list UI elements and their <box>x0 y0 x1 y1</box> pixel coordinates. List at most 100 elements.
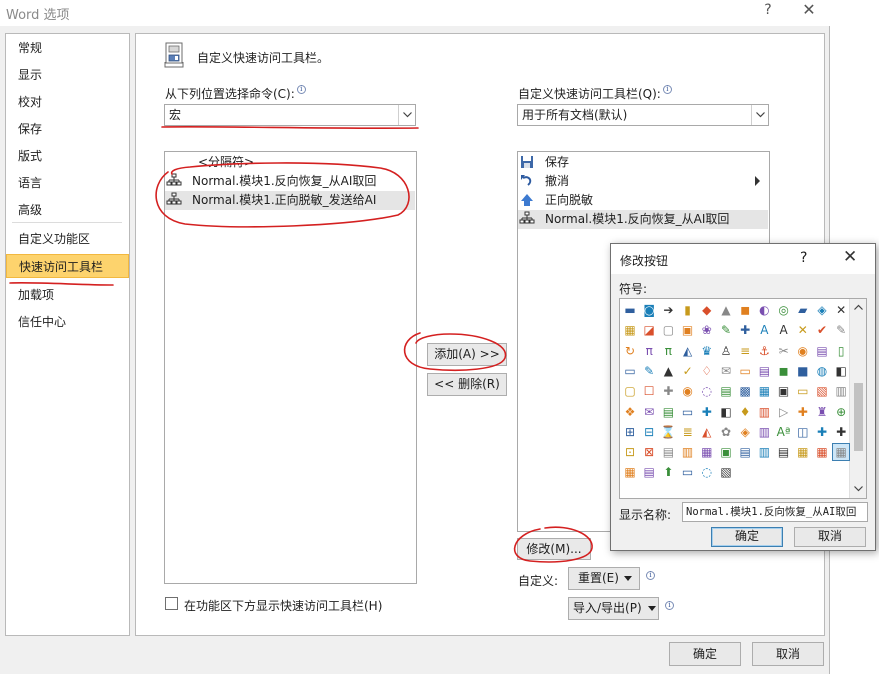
nav-proofing[interactable]: 校对 <box>6 90 129 114</box>
symbol-cell-icon[interactable]: ⊕ <box>833 404 849 420</box>
symbol-cell-icon[interactable]: ✕ <box>795 322 811 338</box>
commands-list[interactable]: <分隔符> Normal.模块1.反向恢复_从AI取回 Normal.模块1.正向脱… <box>164 151 417 584</box>
remove-button[interactable]: << 删除(R) <box>427 373 507 396</box>
list-item[interactable]: 正向脱敏 <box>518 191 768 210</box>
choose-from-dropdown[interactable]: 宏 <box>164 104 416 126</box>
symbol-cell-icon[interactable]: π <box>660 343 676 359</box>
symbol-cell-icon[interactable]: Aª <box>776 424 792 440</box>
list-item[interactable]: <分隔符> <box>165 153 415 172</box>
symbol-cell-icon[interactable]: ♢ <box>699 363 715 379</box>
symbol-cell-icon[interactable]: ◐ <box>756 302 772 318</box>
symbol-cell-icon[interactable]: ◆ <box>699 302 715 318</box>
symbol-cell-icon[interactable]: ◈ <box>814 302 830 318</box>
symbol-cell-icon[interactable]: ◼ <box>776 363 792 379</box>
symbol-cell-icon[interactable]: ✉ <box>641 404 657 420</box>
symbol-cell-icon[interactable]: ❖ <box>622 404 638 420</box>
list-item[interactable]: Normal.模块1.反向恢复_从AI取回 <box>165 172 415 191</box>
symbol-cell-icon[interactable]: ◫ <box>795 424 811 440</box>
symbol-cell-icon[interactable]: ▭ <box>795 383 811 399</box>
symbol-cell-icon[interactable]: A <box>776 322 792 338</box>
symbol-cell-icon[interactable]: ▤ <box>660 404 676 420</box>
symbol-cell-icon[interactable]: ♜ <box>814 404 830 420</box>
symbol-cell-icon[interactable]: ✎ <box>718 322 734 338</box>
symbol-cell-icon[interactable]: ◌ <box>699 464 715 480</box>
symbol-cell-icon[interactable]: ◧ <box>718 404 734 420</box>
symbol-cell-icon[interactable]: ◭ <box>699 424 715 440</box>
symbol-cell-icon[interactable]: ✔ <box>814 322 830 338</box>
dialog-cancel-button[interactable]: 取消 <box>794 527 866 547</box>
show-below-ribbon-checkbox[interactable] <box>165 597 178 610</box>
symbol-cell-icon[interactable]: ▦ <box>832 443 851 462</box>
symbol-cell-icon[interactable]: ◎ <box>776 302 792 318</box>
symbol-cell-icon[interactable]: ♛ <box>699 343 715 359</box>
symbol-cell-icon[interactable]: ✿ <box>718 424 734 440</box>
symbol-cell-icon[interactable]: A <box>756 322 772 338</box>
symbol-cell-icon[interactable]: ▤ <box>660 444 676 460</box>
symbol-cell-icon[interactable]: ↻ <box>622 343 638 359</box>
reset-dropdown-button[interactable]: 重置(E) <box>568 567 640 590</box>
symbol-cell-icon[interactable]: ✚ <box>814 424 830 440</box>
symbol-cell-icon[interactable]: ▥ <box>680 444 696 460</box>
add-button[interactable]: 添加(A) >> <box>427 343 507 366</box>
symbol-cell-icon[interactable]: ✂ <box>776 343 792 359</box>
symbol-cell-icon[interactable]: ◉ <box>795 343 811 359</box>
nav-addins[interactable]: 加载项 <box>6 283 129 307</box>
symbol-cell-icon[interactable]: ◧ <box>833 363 849 379</box>
symbol-cell-icon[interactable]: ▤ <box>641 464 657 480</box>
chevron-down-icon[interactable] <box>751 105 768 125</box>
symbol-cell-icon[interactable]: ♦ <box>737 404 753 420</box>
symbol-cell-icon[interactable]: ▧ <box>718 464 734 480</box>
nav-language[interactable]: 语言 <box>6 171 129 195</box>
symbol-cell-icon[interactable]: ◈ <box>737 424 753 440</box>
symbol-cell-icon[interactable]: ▤ <box>814 343 830 359</box>
list-item[interactable]: 保存 <box>518 153 768 172</box>
symbol-cell-icon[interactable]: ✓ <box>680 363 696 379</box>
symbol-cell-icon[interactable]: ▦ <box>699 444 715 460</box>
symbol-cell-icon[interactable]: ✎ <box>833 322 849 338</box>
symbol-grid[interactable]: ▬ ◙ ➔ ▮ ◆ ▲ ◼ ◐ ◎ ▰ ◈ ✕ ▦ ◪ ▢ ▣ ❀ ✎ ✚ A A ✕ ✔ ✎ ↻ π π ◭ ♛ ♙ ≡ ⚓ ✂ ◉ ▤ ▯ ▭ ✎ ▲ ✓… <box>619 298 867 499</box>
symbol-cell-icon[interactable]: ▣ <box>776 383 792 399</box>
symbol-cell-icon[interactable]: ⊠ <box>641 444 657 460</box>
symbol-cell-icon[interactable]: ⊟ <box>641 424 657 440</box>
symbol-cell-icon[interactable]: ▯ <box>833 343 849 359</box>
symbol-cell-icon[interactable]: ▤ <box>737 444 753 460</box>
import-export-dropdown-button[interactable]: 导入/导出(P) <box>568 597 659 620</box>
symbol-cell-icon[interactable]: ▮ <box>680 302 696 318</box>
symbol-cell-icon[interactable]: ▲ <box>718 302 734 318</box>
symbol-cell-icon[interactable]: ▣ <box>718 444 734 460</box>
close-icon[interactable]: ✕ <box>797 0 821 19</box>
scroll-up-icon[interactable] <box>854 304 863 310</box>
symbol-cell-icon[interactable]: ✉ <box>718 363 734 379</box>
symbol-cell-icon[interactable]: ▢ <box>660 322 676 338</box>
nav-advanced[interactable]: 高级 <box>6 198 129 222</box>
symbol-cell-icon[interactable]: ▥ <box>833 383 849 399</box>
symbol-cell-icon[interactable]: ▲ <box>660 363 676 379</box>
cancel-button[interactable]: 取消 <box>752 642 824 666</box>
symbol-cell-icon[interactable]: ➔ <box>660 302 676 318</box>
modify-button[interactable]: 修改(M)... <box>517 538 591 560</box>
symbol-cell-icon[interactable]: ⚓ <box>756 343 772 359</box>
symbol-cell-icon[interactable]: ◌ <box>699 383 715 399</box>
symbol-cell-icon[interactable]: ▥ <box>756 444 772 460</box>
symbol-cell-icon[interactable]: ⌛ <box>660 424 676 440</box>
symbol-cell-icon[interactable]: ▤ <box>776 444 792 460</box>
symbol-cell-icon[interactable]: ■ <box>795 363 811 379</box>
symbol-cell-icon[interactable]: ▢ <box>622 383 638 399</box>
symbol-cell-icon[interactable]: ▷ <box>776 404 792 420</box>
symbol-cell-icon[interactable]: ▥ <box>756 404 772 420</box>
nav-general[interactable]: 常规 <box>6 36 129 60</box>
symbol-cell-icon[interactable]: π <box>641 343 657 359</box>
ok-button[interactable]: 确定 <box>669 642 741 666</box>
scroll-down-icon[interactable] <box>854 486 863 492</box>
symbol-cell-icon[interactable]: ◪ <box>641 322 657 338</box>
symbol-cell-icon[interactable]: ◼ <box>737 302 753 318</box>
close-icon[interactable]: ✕ <box>843 247 857 267</box>
symbol-cell-icon[interactable]: ☐ <box>641 383 657 399</box>
symbol-scrollbar[interactable] <box>849 299 866 498</box>
nav-typography[interactable]: 版式 <box>6 144 129 168</box>
symbol-cell-icon[interactable]: ▭ <box>737 363 753 379</box>
symbol-cell-icon[interactable]: ▣ <box>680 322 696 338</box>
symbol-cell-icon[interactable]: ▭ <box>622 363 638 379</box>
symbol-cell-icon[interactable]: ◙ <box>641 302 657 318</box>
symbol-cell-icon[interactable]: ✚ <box>699 404 715 420</box>
